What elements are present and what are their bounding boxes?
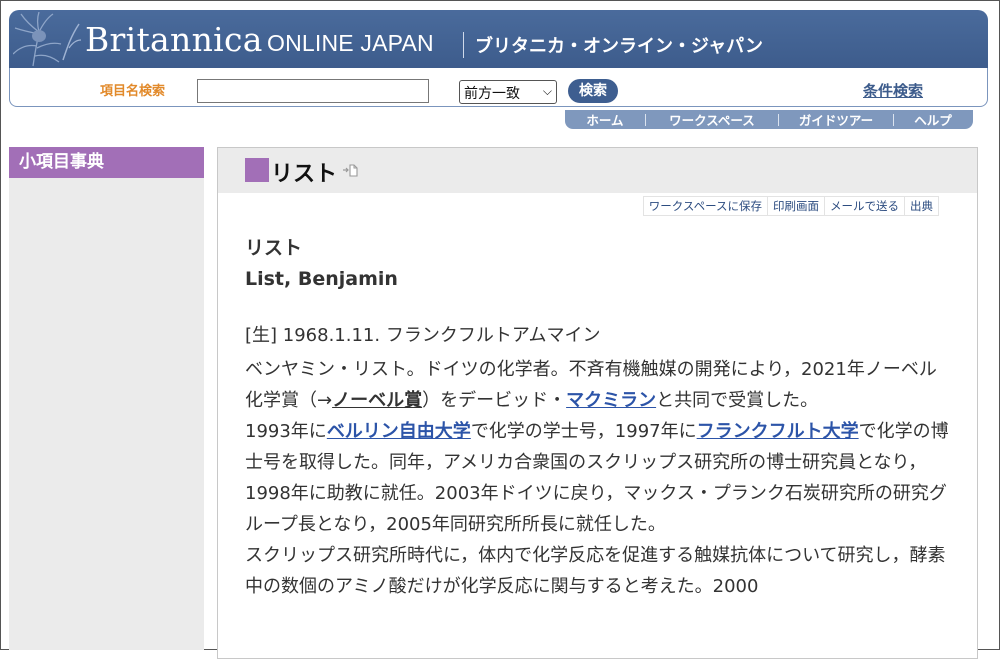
paragraph-2: 1993年にベルリン自由大学で化学の学士号，1997年にフランクフルト大学で化学… — [245, 416, 950, 540]
link-free-university-berlin[interactable]: ベルリン自由大学 — [327, 421, 471, 442]
site-header: Britannica ONLINE JAPAN ブリタニカ・オンライン・ジャパン — [9, 10, 988, 68]
article-title: リスト — [271, 162, 338, 187]
text-span: で化学の学士号，1997年に — [470, 421, 697, 442]
link-nobel-prize[interactable]: ノーベル賞 — [332, 390, 422, 411]
paragraph-3: スクリップス研究所時代に，体内で化学反応を促進する触媒抗体について研究し，酵素中… — [245, 545, 946, 597]
advanced-search-link[interactable]: 条件検索 — [863, 80, 923, 101]
match-mode-value: 前方一致 — [464, 86, 520, 102]
article-body: ベンヤミン・リスト。ドイツの化学者。不斉有機触媒の開発により，2021年ノーベル… — [245, 354, 950, 602]
global-nav: ホーム ワークスペース ガイドツアー ヘルプ — [565, 110, 973, 129]
paragraph-1: ベンヤミン・リスト。ドイツの化学者。不斉有機触媒の開発により，2021年ノーベル… — [245, 354, 950, 416]
title-marker — [245, 158, 269, 182]
brand-japanese: ブリタニカ・オンライン・ジャパン — [475, 36, 763, 57]
permalink-icon[interactable] — [342, 162, 358, 181]
thistle-logo-icon — [12, 11, 83, 68]
source-button[interactable]: 出典 — [905, 196, 939, 216]
send-mail-button[interactable]: メールで送る — [825, 196, 905, 216]
article-header: リスト — [218, 148, 977, 193]
headword-english: List, Benjamin — [245, 268, 398, 290]
headword: リスト — [245, 237, 303, 259]
link-macmillan[interactable]: マクミラン — [566, 390, 656, 411]
text-span: 1993年に — [245, 421, 327, 442]
save-to-workspace-button[interactable]: ワークスペースに保存 — [642, 196, 768, 216]
chevron-down-icon: ⌵ — [542, 84, 552, 98]
article-content: リスト List, Benjamin [生] 1968.1.11. フランクフル… — [245, 233, 950, 602]
link-frankfurt-university[interactable]: フランクフルト大学 — [697, 421, 859, 442]
article-tools: ワークスペースに保存 印刷画面 メールで送る 出典 — [642, 196, 939, 216]
sidebar: 小項目事典 — [9, 147, 204, 650]
text-span: と共同で受賞した。 — [656, 390, 819, 411]
nav-help[interactable]: ヘルプ — [894, 110, 972, 129]
brand-subtitle: ONLINE JAPAN — [267, 30, 434, 56]
nav-home[interactable]: ホーム — [565, 110, 645, 129]
text-span: ）をデービッド・ — [422, 390, 567, 411]
search-label: 項目名検索 — [100, 84, 166, 99]
search-input[interactable] — [197, 79, 429, 103]
sidebar-title: 小項目事典 — [9, 147, 204, 178]
brand-name: Britannica — [85, 20, 263, 59]
nav-guide-tour[interactable]: ガイドツアー — [779, 110, 893, 129]
search-bar: 項目名検索 前方一致 ⌵ 検索 条件検索 — [9, 68, 988, 107]
search-button[interactable]: 検索 — [568, 79, 618, 103]
print-view-button[interactable]: 印刷画面 — [768, 196, 825, 216]
match-mode-select[interactable]: 前方一致 ⌵ — [459, 80, 557, 104]
brand-divider — [463, 32, 464, 58]
article-panel: リスト ワークスペースに保存 印刷画面 メールで送る 出典 リスト List, … — [217, 147, 978, 659]
nav-workspace[interactable]: ワークスペース — [646, 110, 778, 129]
birth-info: [生] 1968.1.11. フランクフルトアムマイン — [245, 325, 601, 346]
